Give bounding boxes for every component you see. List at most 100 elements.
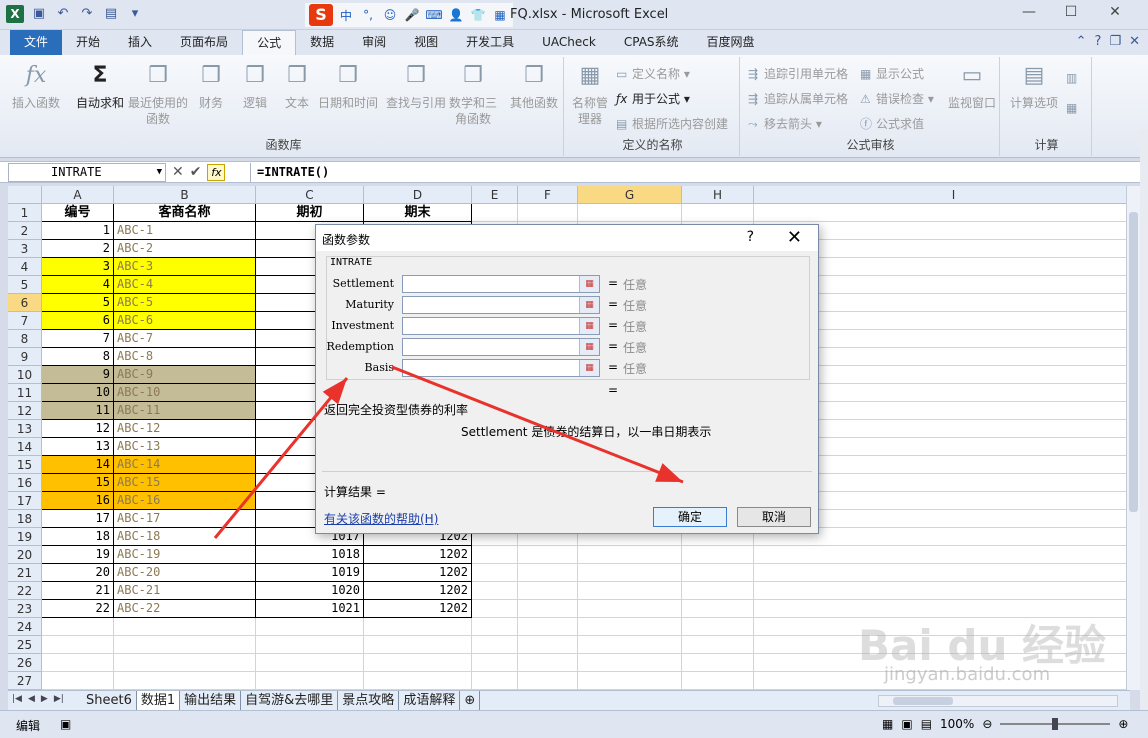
sogou-logo-icon[interactable]: S (309, 4, 333, 26)
cell[interactable] (42, 636, 114, 654)
help-icon[interactable]: ? (1095, 34, 1102, 49)
cell[interactable]: 1019 (256, 564, 364, 582)
cell[interactable] (518, 618, 578, 636)
sheet-tab[interactable]: 输出结果 (180, 691, 242, 710)
name-box-dropdown-icon[interactable]: ▼ (157, 164, 162, 181)
cell[interactable]: ABC-3 (114, 258, 256, 276)
first-sheet-icon[interactable]: |◀ (12, 694, 22, 704)
cell[interactable]: 20 (42, 564, 114, 582)
watch-window-button[interactable]: ▭ 监视窗口 (946, 61, 998, 111)
cell[interactable] (42, 672, 114, 690)
zoom-in-icon[interactable]: ⊕ (1118, 717, 1128, 731)
save-icon[interactable]: ▣ (30, 5, 48, 23)
column-header-b[interactable]: B (114, 186, 256, 204)
cell[interactable] (364, 636, 472, 654)
horizontal-scroll-thumb[interactable] (893, 697, 953, 705)
sheet-tab[interactable]: Sheet6 (82, 691, 137, 710)
cell[interactable] (578, 564, 682, 582)
row-header[interactable]: 26 (8, 654, 42, 672)
cell[interactable]: ABC-6 (114, 312, 256, 330)
collapse-dialog-icon[interactable]: ▦ (579, 297, 599, 313)
cell[interactable]: 4 (42, 276, 114, 294)
name-manager-button[interactable]: ▦ 名称管理器 (570, 61, 610, 127)
zoom-slider[interactable] (1000, 718, 1111, 730)
row-header[interactable]: 6 (8, 294, 42, 312)
cell[interactable]: 编号 (42, 204, 114, 222)
math-trig-button[interactable]: ❒ 数学和三角函数 (448, 61, 498, 127)
cancel-entry-icon[interactable]: ✕ (172, 164, 184, 181)
row-header[interactable]: 8 (8, 330, 42, 348)
ime-tools-icon[interactable]: ▦ (491, 8, 509, 22)
settlement-input[interactable]: ▦ (402, 275, 600, 293)
cell[interactable] (114, 618, 256, 636)
cell[interactable] (256, 654, 364, 672)
cell[interactable]: ABC-15 (114, 474, 256, 492)
cell[interactable]: ABC-9 (114, 366, 256, 384)
cell[interactable]: ABC-22 (114, 600, 256, 618)
row-header[interactable]: 21 (8, 564, 42, 582)
cell[interactable] (578, 600, 682, 618)
ime-skin-icon[interactable]: 👕 (469, 8, 487, 22)
horizontal-scrollbar[interactable] (878, 695, 1118, 707)
financial-button[interactable]: ❒ 财务 (196, 61, 226, 111)
redemption-input[interactable]: ▦ (402, 338, 600, 356)
cell[interactable]: 22 (42, 600, 114, 618)
basis-input[interactable]: ▦ (402, 359, 600, 377)
cell[interactable] (754, 546, 1130, 564)
cell[interactable]: ABC-17 (114, 510, 256, 528)
row-header[interactable]: 12 (8, 402, 42, 420)
cell[interactable] (578, 582, 682, 600)
formula-input[interactable]: =INTRATE() (250, 163, 1134, 182)
cell[interactable] (682, 546, 754, 564)
cell[interactable] (472, 636, 518, 654)
row-header[interactable]: 9 (8, 348, 42, 366)
cell[interactable]: ABC-7 (114, 330, 256, 348)
cell[interactable]: ABC-5 (114, 294, 256, 312)
tab-developer[interactable]: 开发工具 (452, 30, 528, 55)
cell[interactable] (682, 618, 754, 636)
column-header-c[interactable]: C (256, 186, 364, 204)
maximize-icon[interactable]: ☐ (1056, 4, 1086, 20)
cell[interactable] (472, 546, 518, 564)
cell[interactable]: 10 (42, 384, 114, 402)
row-header[interactable]: 25 (8, 636, 42, 654)
insert-function-button[interactable]: fx 插入函数 (10, 61, 62, 111)
cell[interactable]: 9 (42, 366, 114, 384)
show-formulas-button[interactable]: ▦ 显示公式 (860, 65, 924, 82)
tab-view[interactable]: 视图 (400, 30, 452, 55)
define-name-button[interactable]: ▭ 定义名称 ▾ (616, 65, 690, 82)
cell[interactable] (114, 672, 256, 690)
cell[interactable]: ABC-18 (114, 528, 256, 546)
name-box[interactable]: INTRATE ▼ (8, 163, 166, 182)
cell[interactable]: ABC-12 (114, 420, 256, 438)
next-sheet-icon[interactable]: ▶ (41, 694, 48, 704)
vertical-scroll-thumb[interactable] (1129, 212, 1138, 512)
cell[interactable] (518, 546, 578, 564)
cell[interactable] (682, 564, 754, 582)
cell[interactable]: 1018 (256, 546, 364, 564)
tab-baidu-netdisk[interactable]: 百度网盘 (693, 30, 769, 55)
cell[interactable]: 21 (42, 582, 114, 600)
cell[interactable] (518, 600, 578, 618)
zoom-level[interactable]: 100% (940, 717, 974, 731)
cell[interactable]: 17 (42, 510, 114, 528)
vertical-scrollbar[interactable] (1126, 186, 1140, 690)
cell[interactable]: 期末 (364, 204, 472, 222)
cell[interactable] (682, 654, 754, 672)
macro-record-icon[interactable]: ▣ (60, 717, 71, 731)
cell[interactable]: 1202 (364, 600, 472, 618)
ime-voice-icon[interactable]: 🎤 (403, 8, 421, 22)
tab-page-layout[interactable]: 页面布局 (166, 30, 242, 55)
trace-precedents-button[interactable]: ⇶ 追踪引用单元格 (748, 65, 848, 82)
select-all-corner[interactable] (8, 186, 42, 204)
customize-qa-icon[interactable]: ▾ (126, 5, 144, 23)
row-header[interactable]: 13 (8, 420, 42, 438)
collapse-dialog-icon[interactable]: ▦ (579, 339, 599, 355)
function-help-link[interactable]: 有关该函数的帮助(H) (324, 510, 438, 527)
redo-icon[interactable]: ↷ (78, 5, 96, 23)
cell[interactable]: 12 (42, 420, 114, 438)
logical-button[interactable]: ❒ 逻辑 (240, 61, 270, 111)
cell[interactable] (256, 636, 364, 654)
ime-user-icon[interactable]: 👤 (447, 8, 465, 22)
more-functions-button[interactable]: ❒ 其他函数 (508, 61, 560, 111)
